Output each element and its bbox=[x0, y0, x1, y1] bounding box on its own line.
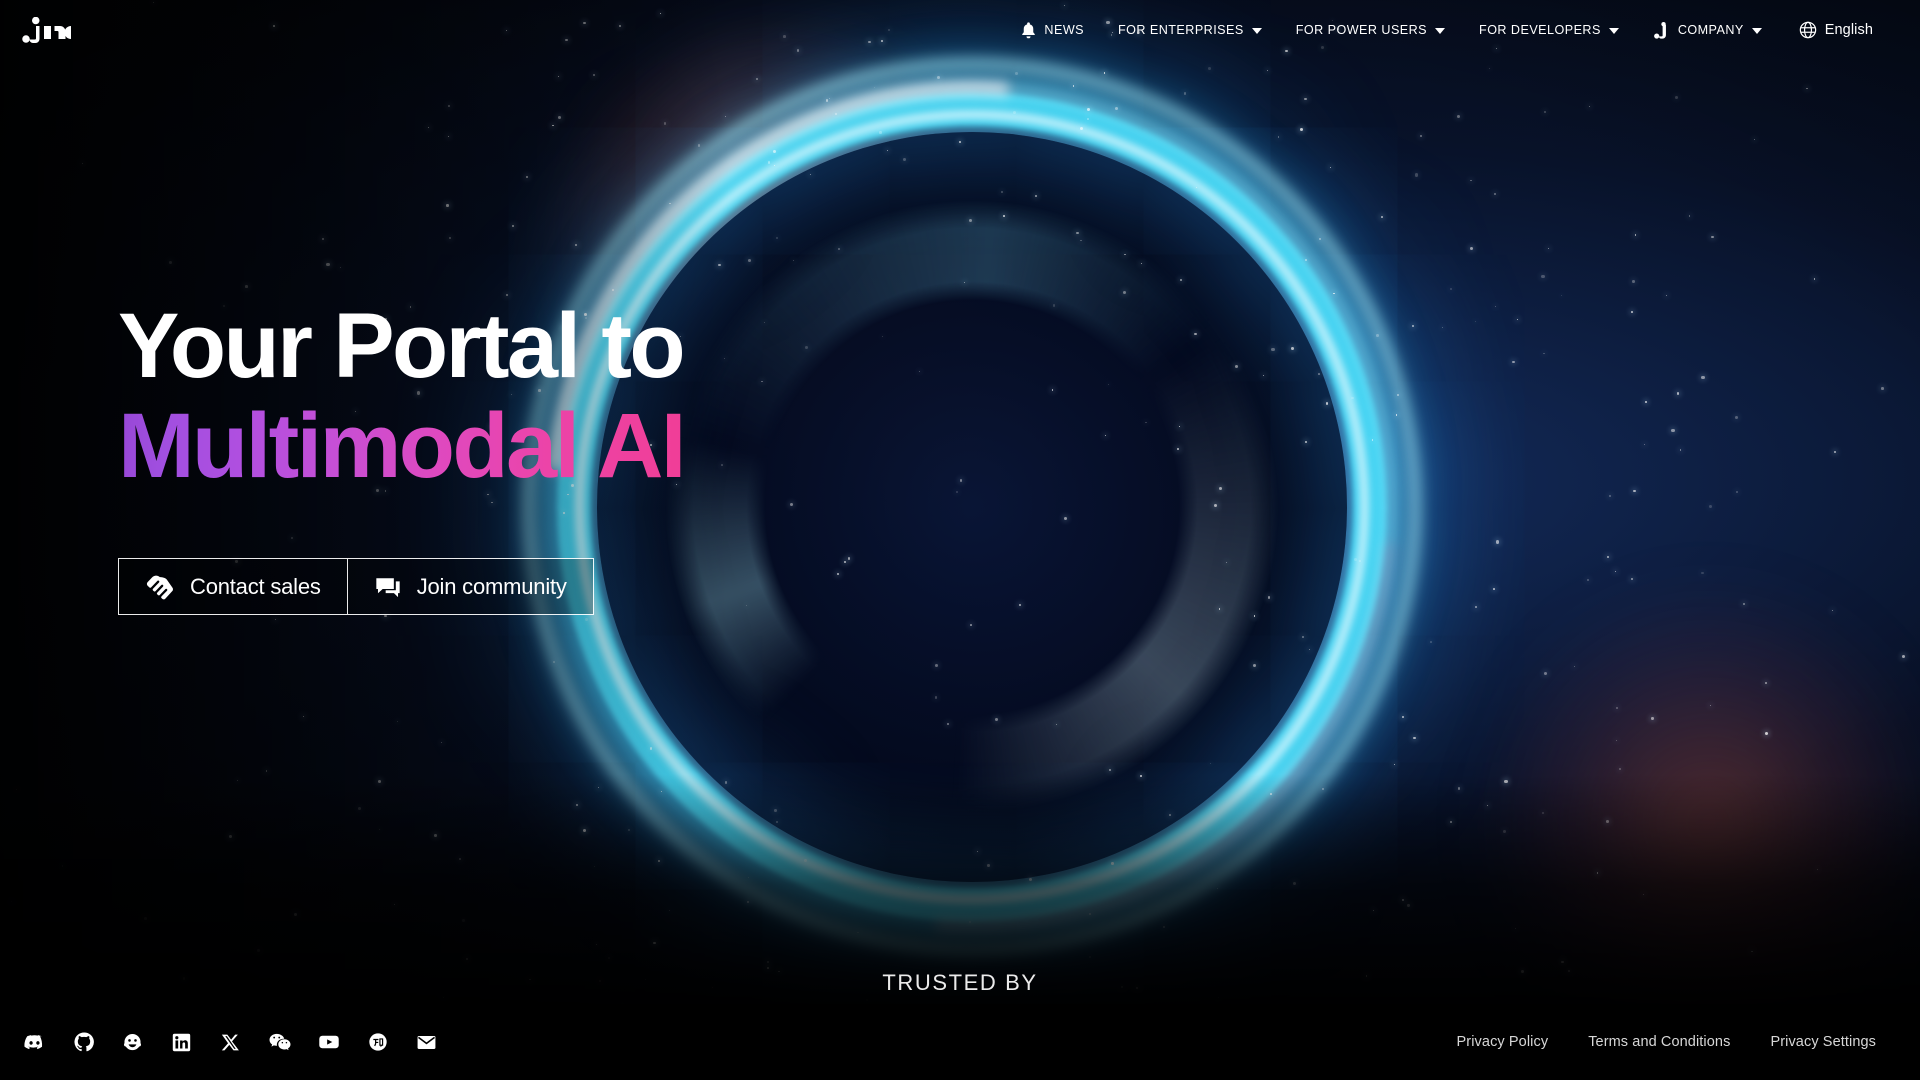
youtube-link[interactable] bbox=[304, 1018, 353, 1067]
huggingface-link[interactable] bbox=[108, 1018, 157, 1067]
hero-cta-group: Contact sales Join community bbox=[118, 558, 594, 615]
nav-items: NEWS FOR ENTERPRISES FOR POWER USERS FOR… bbox=[1004, 12, 1920, 48]
nav-label-company: COMPANY bbox=[1677, 23, 1744, 37]
chevron-down-icon bbox=[1608, 28, 1619, 34]
nav-item-for-enterprises[interactable]: FOR ENTERPRISES bbox=[1101, 12, 1279, 48]
nav-item-news[interactable]: NEWS bbox=[1004, 12, 1101, 48]
chat-bubbles-icon bbox=[376, 577, 400, 597]
chevron-down-icon bbox=[1251, 28, 1262, 34]
zhihu-icon bbox=[368, 1033, 387, 1051]
chevron-down-icon bbox=[1751, 28, 1762, 34]
nav-item-for-power-users[interactable]: FOR POWER USERS bbox=[1279, 12, 1462, 48]
hero-content: Your Portal to Multimodal AI Contact sal… bbox=[118, 295, 686, 615]
handshake-icon bbox=[146, 575, 173, 599]
headline-line-2: Multimodal AI bbox=[118, 395, 686, 497]
huggingface-icon bbox=[124, 1033, 141, 1050]
wechat-link[interactable] bbox=[255, 1018, 304, 1067]
trusted-by-heading: TRUSTED BY bbox=[882, 970, 1038, 995]
github-icon bbox=[73, 1032, 94, 1052]
zhihu-link[interactable] bbox=[353, 1018, 402, 1067]
join-community-label: Join community bbox=[416, 573, 567, 599]
headline-line-1: Your Portal to bbox=[118, 295, 686, 397]
nav-label-for-enterprises: FOR ENTERPRISES bbox=[1118, 23, 1244, 37]
join-community-button[interactable]: Join community bbox=[346, 559, 593, 614]
footer-bar: Privacy Policy Terms and Conditions Priv… bbox=[0, 1004, 1920, 1080]
email-icon bbox=[417, 1035, 436, 1049]
top-navigation-bar: NEWS FOR ENTERPRISES FOR POWER USERS FOR… bbox=[0, 0, 1920, 60]
bell-icon bbox=[1022, 21, 1036, 38]
chevron-down-icon bbox=[1435, 28, 1446, 34]
footer-link-privacy-policy[interactable]: Privacy Policy bbox=[1437, 1034, 1569, 1050]
youtube-icon bbox=[318, 1035, 339, 1049]
email-link[interactable] bbox=[402, 1018, 451, 1067]
github-link[interactable] bbox=[59, 1018, 108, 1067]
contact-sales-button[interactable]: Contact sales bbox=[119, 559, 347, 614]
nav-item-language[interactable]: English bbox=[1779, 12, 1890, 48]
x-twitter-icon bbox=[221, 1034, 239, 1050]
contact-sales-label: Contact sales bbox=[190, 573, 321, 599]
nav-label-news: NEWS bbox=[1044, 23, 1085, 37]
nav-item-company[interactable]: COMPANY bbox=[1636, 12, 1779, 48]
discord-icon bbox=[24, 1034, 43, 1049]
footer-links: Privacy Policy Terms and Conditions Priv… bbox=[1437, 1034, 1920, 1050]
nav-label-for-developers: FOR DEVELOPERS bbox=[1479, 23, 1601, 37]
nav-item-for-developers[interactable]: FOR DEVELOPERS bbox=[1462, 12, 1636, 48]
discord-link[interactable] bbox=[10, 1018, 59, 1067]
nav-label-language: English bbox=[1824, 22, 1873, 38]
hero-headline: Your Portal to Multimodal AI bbox=[118, 295, 686, 497]
x-twitter-link[interactable] bbox=[206, 1018, 255, 1067]
globe-icon bbox=[1799, 21, 1816, 39]
social-links bbox=[0, 1018, 451, 1067]
jina-logo[interactable] bbox=[22, 17, 78, 43]
jina-mark-icon bbox=[1653, 21, 1666, 39]
nav-label-for-power-users: FOR POWER USERS bbox=[1295, 23, 1428, 37]
linkedin-link[interactable] bbox=[157, 1018, 206, 1067]
footer-link-terms-and-conditions[interactable]: Terms and Conditions bbox=[1568, 1034, 1750, 1050]
footer-link-privacy-settings[interactable]: Privacy Settings bbox=[1750, 1034, 1896, 1050]
linkedin-icon bbox=[172, 1033, 191, 1051]
wechat-icon bbox=[269, 1033, 290, 1051]
